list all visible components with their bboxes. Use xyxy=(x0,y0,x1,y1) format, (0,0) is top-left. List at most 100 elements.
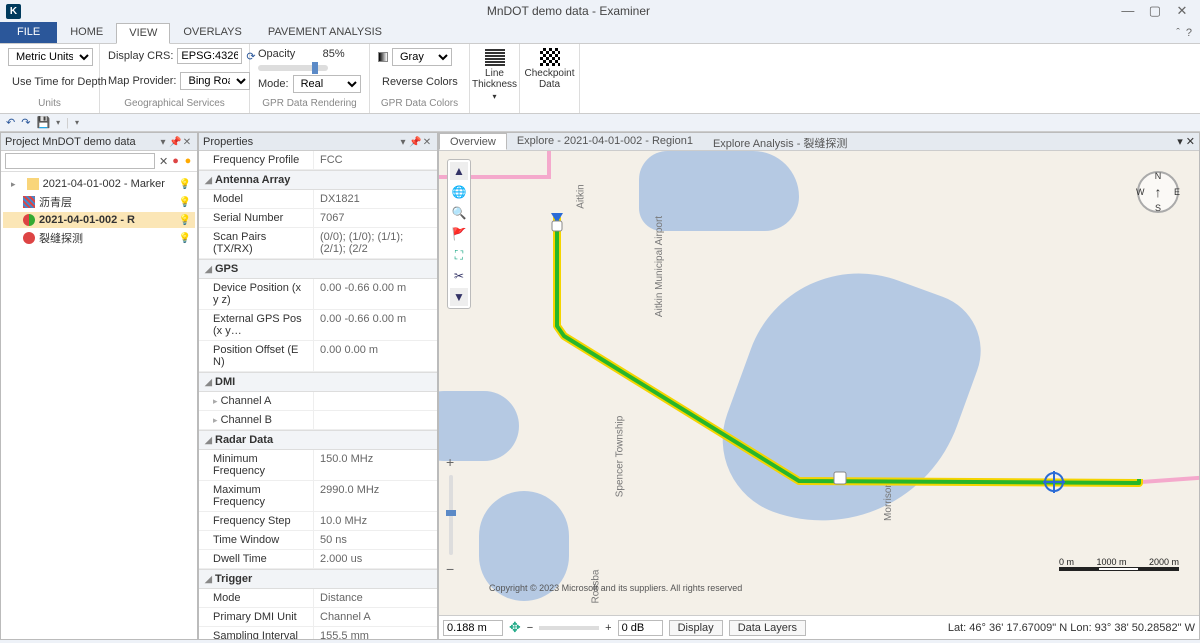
palette-dropdown[interactable]: Gray xyxy=(392,48,452,66)
fit-icon[interactable]: ⛶ xyxy=(450,246,468,264)
dot-icon xyxy=(23,232,35,244)
panel-pin-icon[interactable]: 📌 xyxy=(409,137,421,148)
app-logo: K xyxy=(6,4,21,19)
ribbon-tabs: FILE HOME VIEW OVERLAYS PAVEMENT ANALYSI… xyxy=(0,22,1200,44)
tree-item-crack[interactable]: 裂缝探测💡 xyxy=(3,228,195,248)
map-provider-dropdown[interactable]: Bing Road xyxy=(180,72,250,90)
zoom-in-icon[interactable]: + xyxy=(446,454,454,470)
bulb-icon[interactable]: 💡 xyxy=(179,197,191,208)
filter-icon2[interactable]: ● xyxy=(185,155,193,167)
scale-bar: 0 m1000 m2000 m xyxy=(1059,557,1179,575)
section-gps[interactable]: ◢GPS xyxy=(199,259,437,279)
section-trigger[interactable]: ◢Trigger xyxy=(199,569,437,589)
tab-home[interactable]: HOME xyxy=(57,22,116,43)
palette-swatch-icon xyxy=(378,52,388,62)
help-icon[interactable]: ? xyxy=(1186,27,1192,39)
maximize-button[interactable]: ▢ xyxy=(1143,3,1167,19)
ribbon-collapse-icon[interactable]: ˆ xyxy=(1176,27,1180,39)
bulb-icon[interactable]: 💡 xyxy=(179,179,191,190)
bulb-icon[interactable]: 💡 xyxy=(179,215,191,226)
properties-panel-title: Properties xyxy=(203,136,253,148)
panel-menu-icon[interactable]: ▾ xyxy=(157,137,169,148)
properties-grid[interactable]: Frequency ProfileFCC ◢Antenna Array Mode… xyxy=(199,151,437,639)
crs-value[interactable] xyxy=(177,48,242,64)
coordinates-readout: Lat: 46° 36' 17.67009" N Lon: 93° 38' 50… xyxy=(948,622,1195,634)
map-tab-overview[interactable]: Overview xyxy=(439,133,507,150)
units-dropdown[interactable]: Metric Units xyxy=(8,48,93,66)
flag-icon[interactable]: 🚩 xyxy=(450,225,468,243)
title-bar: K MnDOT demo data - Examiner — ▢ ✕ xyxy=(0,0,1200,22)
gain-minus-icon[interactable]: − xyxy=(527,622,533,634)
data-layers-button[interactable]: Data Layers xyxy=(729,620,806,636)
map-attribution: Copyright © 2023 Microsoft and its suppl… xyxy=(489,583,742,593)
hatch-icon xyxy=(23,196,35,208)
close-button[interactable]: ✕ xyxy=(1170,3,1194,19)
panel-close-icon[interactable]: ✕ xyxy=(181,137,193,148)
opacity-value: 85% xyxy=(306,48,361,60)
filter-icon1[interactable]: ● xyxy=(172,155,180,167)
map-footer: ✥ − + Display Data Layers Lat: 46° 36' 1… xyxy=(439,615,1199,639)
tree-item-marker[interactable]: ▸ 2021-04-01-002 - Marker💡 xyxy=(3,176,195,192)
qat-more-icon[interactable]: ▾ xyxy=(75,118,79,127)
gain-plus-icon[interactable]: + xyxy=(605,622,611,634)
save-icon[interactable]: 💾 xyxy=(36,116,50,129)
ribbon: Metric Units Use Time for Depth Units Di… xyxy=(0,44,1200,114)
line-thickness-button[interactable]: Line Thickness▾ xyxy=(476,48,514,101)
panel-close-icon[interactable]: ✕ xyxy=(421,137,433,148)
redo-icon[interactable]: ↷ xyxy=(21,116,30,129)
properties-panel: Properties ▾📌✕ Frequency ProfileFCC ◢Ant… xyxy=(198,132,438,640)
scroll-down-icon[interactable]: ▼ xyxy=(450,288,468,306)
gain-slider[interactable] xyxy=(539,626,599,630)
folder-icon xyxy=(27,178,39,190)
bulb-icon[interactable]: 💡 xyxy=(179,233,191,244)
panel-menu-icon[interactable]: ▾ xyxy=(397,137,409,148)
tree-item-asphalt[interactable]: 沥青层💡 xyxy=(3,192,195,212)
scroll-up-icon[interactable]: ▲ xyxy=(450,162,468,180)
section-dmi[interactable]: ◢DMI xyxy=(199,372,437,392)
section-radar[interactable]: ◢Radar Data xyxy=(199,430,437,450)
tab-pavement-analysis[interactable]: PAVEMENT ANALYSIS xyxy=(255,22,395,43)
survey-route xyxy=(439,151,1199,615)
map-tabs: Overview Explore - 2021-04-01-002 - Regi… xyxy=(439,133,1199,151)
gain-input[interactable] xyxy=(618,620,663,636)
panel-pin-icon[interactable]: 📌 xyxy=(169,137,181,148)
move-icon[interactable]: ✥ xyxy=(509,619,521,636)
zoom-slider[interactable] xyxy=(449,475,453,555)
project-panel: Project MnDOT demo data ▾📌✕ ✕ ● ● ▸ 2021… xyxy=(0,132,198,640)
zoom-icon[interactable]: 🔍 xyxy=(450,204,468,222)
reverse-colors-label: Reverse Colors xyxy=(382,76,458,88)
zoom-out-icon[interactable]: − xyxy=(446,561,454,577)
filter-clear-icon[interactable]: ✕ xyxy=(159,155,168,167)
map-tab-explore[interactable]: Explore - 2021-04-01-002 - Region1 xyxy=(507,133,703,150)
map-panel: Overview Explore - 2021-04-01-002 - Regi… xyxy=(438,132,1200,640)
tree-filter-input[interactable] xyxy=(5,153,155,169)
workspace: Project MnDOT demo data ▾📌✕ ✕ ● ● ▸ 2021… xyxy=(0,132,1200,640)
window-controls: — ▢ ✕ xyxy=(1116,3,1194,19)
project-panel-title: Project MnDOT demo data xyxy=(5,136,136,148)
map-view[interactable]: Aitkin Aitkin Municipal Airport Spencer … xyxy=(439,151,1199,615)
tab-overlays[interactable]: OVERLAYS xyxy=(170,22,255,43)
opacity-slider[interactable] xyxy=(258,65,328,71)
opacity-label: Opacity xyxy=(258,48,295,60)
checkpoint-data-button[interactable]: Checkpoint Data xyxy=(531,48,569,90)
map-toolbar: ▲ 🌐 🔍 🚩 ⛶ ✂ ▼ xyxy=(447,159,471,309)
tab-view[interactable]: VIEW xyxy=(116,23,170,44)
undo-icon[interactable]: ↶ xyxy=(6,116,15,129)
globe-icon[interactable]: 🌐 xyxy=(450,183,468,201)
line-thickness-icon xyxy=(485,48,505,66)
section-antenna[interactable]: ◢Antenna Array xyxy=(199,170,437,190)
tab-file[interactable]: FILE xyxy=(0,22,57,43)
minimize-button[interactable]: — xyxy=(1116,3,1140,18)
depth-input[interactable] xyxy=(443,620,503,636)
group-colors-label: GPR Data Colors xyxy=(378,98,461,109)
compass-icon[interactable]: W E ↑ xyxy=(1137,171,1179,213)
group-units-label: Units xyxy=(8,98,91,109)
crs-label: Display CRS: xyxy=(108,50,173,62)
map-tab-analysis[interactable]: Explore Analysis - 裂缝探测 xyxy=(703,133,857,150)
map-tab-menu-icon[interactable]: ▾ ✕ xyxy=(1173,135,1199,148)
display-button[interactable]: Display xyxy=(669,620,723,636)
render-mode-label: Mode: xyxy=(258,78,289,90)
tree-item-region-r[interactable]: 2021-04-01-002 - R💡 xyxy=(3,212,195,228)
crop-icon[interactable]: ✂ xyxy=(450,267,468,285)
render-mode-dropdown[interactable]: Real xyxy=(293,75,361,93)
